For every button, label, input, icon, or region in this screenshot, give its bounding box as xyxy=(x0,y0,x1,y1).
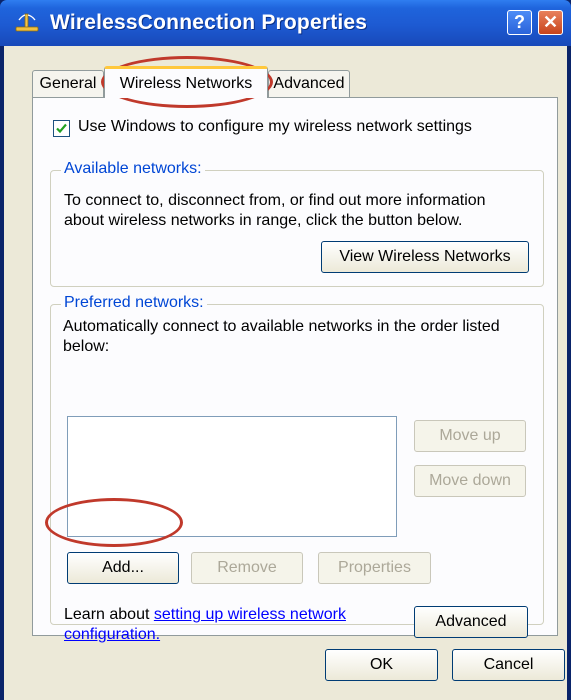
available-text-line1: To connect to, disconnect from, or find … xyxy=(64,192,486,209)
close-button[interactable]: ✕ xyxy=(538,10,563,35)
preferred-networks-legend: Preferred networks: xyxy=(61,294,207,312)
use-windows-label: Use Windows to configure my wireless net… xyxy=(78,118,472,135)
help-icon: ? xyxy=(514,12,525,32)
dialog-client-area: General Wireless Networks Advanced Use W… xyxy=(4,46,567,700)
checkmark-icon xyxy=(56,123,67,134)
use-windows-checkbox[interactable] xyxy=(53,120,70,137)
close-icon: ✕ xyxy=(542,12,559,32)
preferred-text-line2: below: xyxy=(63,338,110,355)
advanced-button[interactable]: Advanced xyxy=(414,606,528,638)
preferred-text-line1: Automatically connect to available netwo… xyxy=(63,318,500,335)
add-button[interactable]: Add... xyxy=(67,552,179,584)
learn-about-text: Learn about setting up wireless network … xyxy=(64,605,346,645)
setup-wireless-link-part2[interactable]: configuration. xyxy=(64,626,160,643)
available-text-line2: about wireless networks in range, click … xyxy=(64,212,463,229)
setup-wireless-link-part1[interactable]: setting up wireless network xyxy=(154,606,346,623)
available-networks-group: Available networks: To connect to, disco… xyxy=(50,160,544,287)
tab-advanced[interactable]: Advanced xyxy=(268,70,350,97)
wireless-network-icon xyxy=(14,12,40,34)
view-wireless-networks-button[interactable]: View Wireless Networks xyxy=(321,241,529,273)
tab-wireless-networks[interactable]: Wireless Networks xyxy=(104,66,268,98)
window-title: WirelessConnection Properties xyxy=(50,11,368,34)
tab-panel: Use Windows to configure my wireless net… xyxy=(32,97,558,643)
properties-window: WirelessConnection Properties ? ✕ Genera… xyxy=(0,0,571,700)
title-bar[interactable]: WirelessConnection Properties ? ✕ xyxy=(0,0,571,46)
tab-general[interactable]: General xyxy=(32,70,104,97)
move-down-button[interactable]: Move down xyxy=(414,465,526,497)
move-up-button[interactable]: Move up xyxy=(414,420,526,452)
remove-button[interactable]: Remove xyxy=(191,552,303,584)
help-button[interactable]: ? xyxy=(507,10,532,35)
available-networks-legend: Available networks: xyxy=(61,160,205,178)
preferred-networks-list[interactable] xyxy=(67,416,397,537)
properties-button[interactable]: Properties xyxy=(318,552,431,584)
cancel-button[interactable]: Cancel xyxy=(452,649,565,681)
learn-about-prefix: Learn about xyxy=(64,606,154,623)
ok-button[interactable]: OK xyxy=(325,649,438,681)
